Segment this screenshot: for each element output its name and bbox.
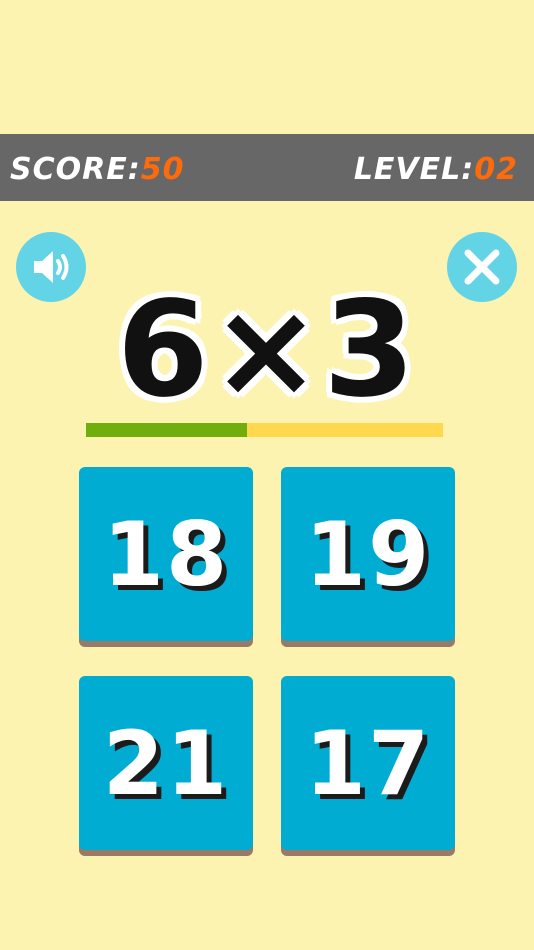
score-label: SCORE: [10, 152, 141, 187]
answer-button-2[interactable]: 19 [281, 467, 455, 641]
answer-button-3[interactable]: 21 [79, 676, 253, 850]
answer-button-4[interactable]: 17 [281, 676, 455, 850]
timer-bar [86, 423, 443, 437]
timer-fill [86, 423, 247, 437]
level-label: LEVEL: [353, 152, 475, 187]
answer-button-1[interactable]: 18 [79, 467, 253, 641]
level-value: 02 [474, 152, 518, 187]
math-problem: 6×3 [116, 273, 418, 427]
score-value: 50 [140, 152, 185, 187]
level-display: LEVEL:02 [354, 152, 518, 188]
score-display: SCORE:50 [10, 152, 184, 188]
